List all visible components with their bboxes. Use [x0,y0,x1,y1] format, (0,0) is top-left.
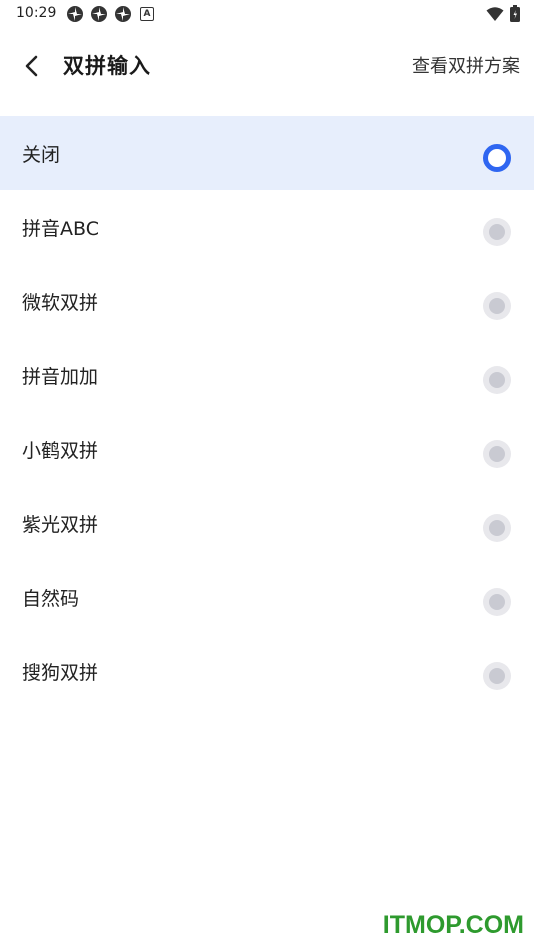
option-label: 微软双拼 [22,292,99,314]
back-button[interactable] [14,48,50,84]
wifi-icon [486,6,504,26]
pinwheel-icon [90,5,108,23]
option-row-xiaohe[interactable]: 小鹤双拼 [0,412,534,486]
radio-unselected[interactable] [483,514,511,542]
option-label: 紫光双拼 [22,514,99,536]
option-label: 自然码 [22,588,80,610]
option-row-pinyin-jiajia[interactable]: 拼音加加 [0,338,534,412]
watermark: ITMOP.COM [382,911,524,939]
option-label: 拼音ABC [22,218,99,240]
option-row-ziguang[interactable]: 紫光双拼 [0,486,534,560]
option-row-microsoft[interactable]: 微软双拼 [0,264,534,338]
system-icons [486,5,520,26]
status-bar: 10:29 A [0,0,534,28]
app-bar: 双拼输入 查看双拼方案 [0,28,534,100]
notification-icons: A [66,5,154,23]
page-title: 双拼输入 [63,54,151,78]
status-time: 10:29 [16,5,57,21]
option-row-pinyin-abc[interactable]: 拼音ABC [0,190,534,264]
option-row-ziranma[interactable]: 自然码 [0,560,534,634]
option-label: 小鹤双拼 [22,440,99,462]
pinwheel-icon [114,5,132,23]
radio-unselected[interactable] [483,662,511,690]
radio-unselected[interactable] [483,218,511,246]
radio-unselected[interactable] [483,588,511,616]
option-label: 拼音加加 [22,366,99,388]
back-arrow-icon [25,55,38,77]
radio-unselected[interactable] [483,292,511,320]
a-badge-icon: A [140,7,154,21]
view-schemes-link[interactable]: 查看双拼方案 [412,52,520,78]
radio-selected[interactable] [483,144,511,172]
battery-icon [510,5,520,26]
option-row-off[interactable]: 关闭 [0,116,534,190]
option-label: 关闭 [22,144,61,166]
pinwheel-icon [66,5,84,23]
option-row-sogou[interactable]: 搜狗双拼 [0,634,534,708]
option-list: 关闭 拼音ABC 微软双拼 拼音加加 小鹤双拼 紫光双拼 自然码 搜狗双拼 [0,116,534,708]
option-label: 搜狗双拼 [22,662,99,684]
radio-unselected[interactable] [483,366,511,394]
radio-unselected[interactable] [483,440,511,468]
